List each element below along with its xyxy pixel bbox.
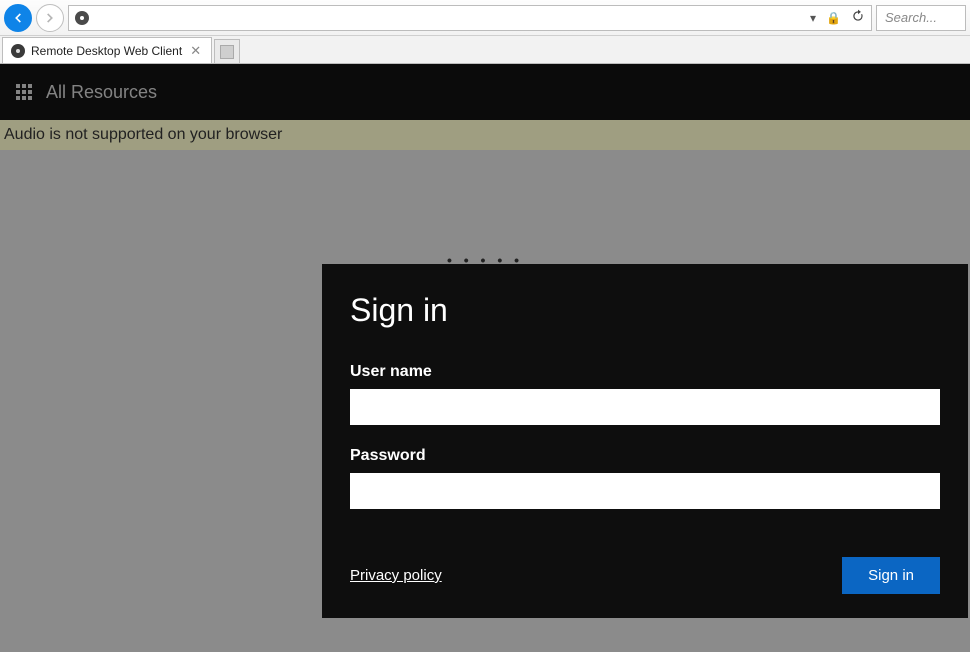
new-tab-button[interactable] bbox=[214, 39, 240, 63]
page-content: All Resources Audio is not supported on … bbox=[0, 64, 970, 652]
back-button[interactable] bbox=[4, 4, 32, 32]
refresh-button[interactable] bbox=[851, 9, 865, 26]
browser-navbar: ▾ 🔒 Search... bbox=[0, 0, 970, 36]
privacy-policy-link[interactable]: Privacy policy bbox=[350, 567, 442, 584]
username-group: User name bbox=[350, 363, 940, 425]
signin-button[interactable]: Sign in bbox=[842, 557, 940, 594]
username-input[interactable] bbox=[350, 389, 940, 425]
arrow-right-icon bbox=[43, 11, 57, 25]
search-box[interactable]: Search... bbox=[876, 5, 966, 31]
tab-close-button[interactable]: ✕ bbox=[188, 43, 203, 59]
tab-title: Remote Desktop Web Client bbox=[31, 44, 182, 58]
tab-favicon-icon bbox=[11, 44, 25, 58]
search-placeholder: Search... bbox=[885, 10, 937, 25]
password-label: Password bbox=[350, 447, 940, 465]
refresh-icon bbox=[851, 9, 865, 23]
arrow-left-icon bbox=[11, 11, 25, 25]
signin-dialog: Sign in User name Password Privacy polic… bbox=[322, 264, 968, 618]
site-icon bbox=[75, 11, 89, 25]
new-tab-icon bbox=[220, 45, 234, 59]
username-label: User name bbox=[350, 363, 940, 381]
tab-strip: Remote Desktop Web Client ✕ bbox=[0, 36, 970, 64]
forward-button[interactable] bbox=[36, 4, 64, 32]
password-group: Password bbox=[350, 447, 940, 509]
address-bar[interactable]: ▾ 🔒 bbox=[68, 5, 872, 31]
signin-footer: Privacy policy Sign in bbox=[350, 557, 940, 594]
tab-remote-desktop[interactable]: Remote Desktop Web Client ✕ bbox=[2, 37, 212, 63]
signin-title: Sign in bbox=[350, 292, 940, 329]
password-input[interactable] bbox=[350, 473, 940, 509]
dropdown-icon[interactable]: ▾ bbox=[810, 11, 816, 25]
lock-icon: 🔒 bbox=[826, 11, 841, 25]
